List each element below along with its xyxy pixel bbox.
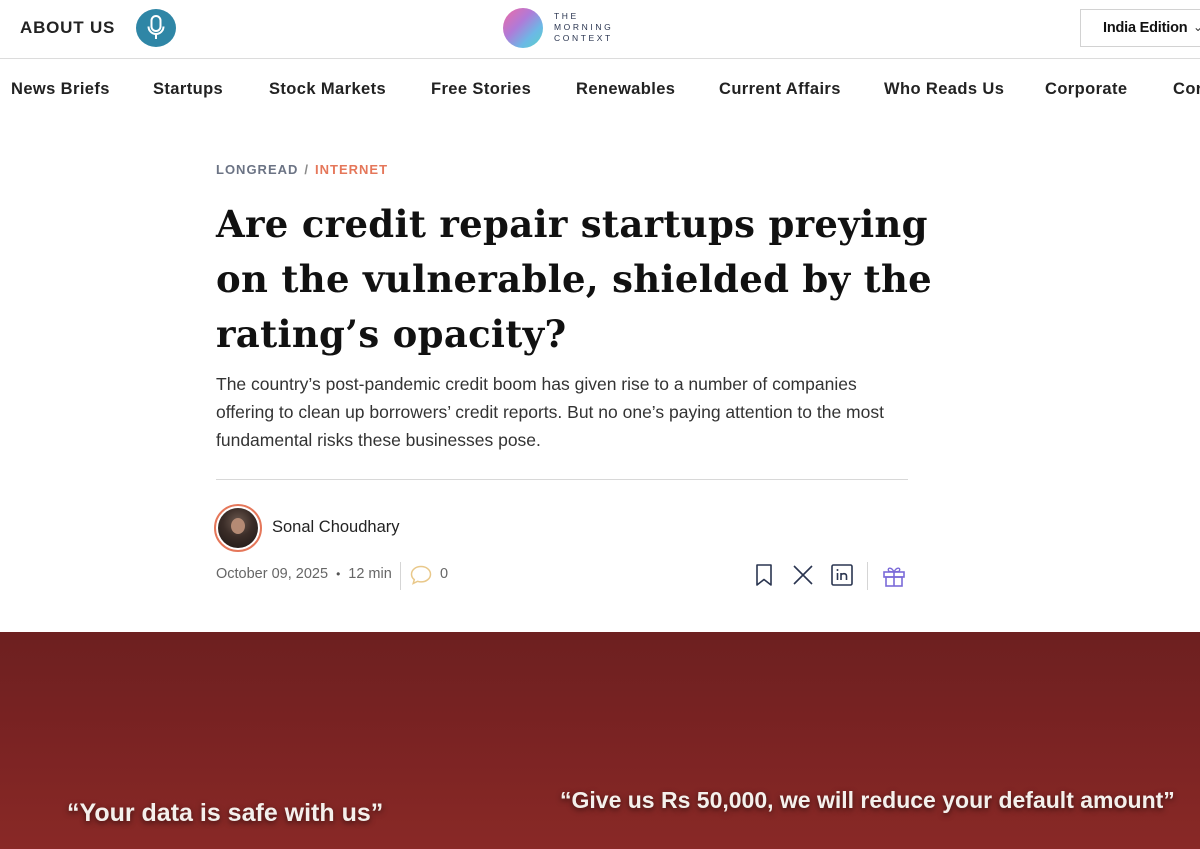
nav-item-free-stories[interactable]: Free Stories	[431, 80, 531, 99]
logo-line-3: CONTEXT	[554, 33, 613, 43]
section-nav: News Briefs Startups Stock Markets Free …	[0, 60, 1200, 118]
breadcrumb-separator: /	[304, 162, 310, 177]
x-glyph	[793, 565, 813, 585]
author-avatar[interactable]	[214, 504, 262, 552]
nav-item-news-briefs[interactable]: News Briefs	[11, 80, 110, 99]
avatar-photo	[218, 508, 258, 548]
breadcrumb-category[interactable]: LONGREAD	[216, 162, 298, 177]
bookmark-icon[interactable]	[753, 563, 775, 592]
breadcrumb: LONGREAD / INTERNET	[216, 162, 388, 177]
x-share-icon[interactable]	[791, 563, 815, 592]
breadcrumb-topic[interactable]: INTERNET	[315, 162, 388, 177]
article-meta: October 09, 2025 • 12 min	[216, 566, 392, 582]
nav-item-startups[interactable]: Startups	[153, 80, 223, 99]
chevron-down-icon: ⌄	[1193, 20, 1200, 34]
comment-glyph	[410, 565, 432, 585]
comment-count[interactable]: 0	[440, 566, 448, 582]
logo-line-1: THE	[554, 11, 579, 21]
logo-orb	[503, 8, 543, 48]
quote-right: “Give us Rs 50,000, we will reduce your …	[560, 787, 1175, 813]
nav-item-current-affairs[interactable]: Current Affairs	[719, 80, 841, 99]
article-dek: The country’s post-pandemic credit boom …	[216, 374, 884, 450]
logo-line-2: MORNING	[554, 22, 614, 32]
microphone-icon[interactable]	[136, 9, 176, 47]
nav-item-stock-markets[interactable]: Stock Markets	[269, 80, 386, 99]
bookmark-glyph	[756, 564, 772, 586]
site-logo[interactable]: THE MORNING CONTEXT	[503, 8, 633, 50]
about-us-link[interactable]: ABOUT US	[20, 18, 115, 38]
publish-date: October 09, 2025	[216, 566, 329, 582]
meta-dot: •	[336, 567, 341, 581]
site-header: ABOUT US THE MORNING CONTEXT India Editi…	[0, 0, 1200, 59]
microphone-glyph	[147, 15, 165, 39]
article-title: Are credit repair startups preying on th…	[216, 202, 932, 356]
linkedin-glyph	[831, 564, 853, 586]
meta-divider	[400, 562, 401, 590]
quote-left: “Your data is safe with us”	[67, 799, 384, 827]
nav-item-renewables[interactable]: Renewables	[576, 80, 675, 99]
linkedin-icon[interactable]	[830, 563, 854, 592]
actions-divider	[867, 562, 868, 590]
nav-item-truncated[interactable]: Cor	[1173, 80, 1200, 99]
nav-item-who-reads-us[interactable]: Who Reads Us	[884, 80, 1004, 99]
gift-icon[interactable]	[881, 563, 907, 594]
edition-selector[interactable]: India Edition ⌄	[1080, 9, 1200, 47]
gift-glyph	[883, 567, 905, 587]
read-time: 12 min	[348, 566, 392, 582]
nav-item-corporate[interactable]: Corporate	[1045, 80, 1127, 99]
comment-bubble-icon[interactable]	[410, 565, 432, 590]
author-name[interactable]: Sonal Choudhary	[272, 518, 400, 537]
hero-image: “Your data is safe with us” “Give us Rs …	[0, 632, 1200, 849]
divider	[216, 479, 908, 480]
edition-label: India Edition	[1103, 20, 1188, 36]
logo-wordmark: THE MORNING CONTEXT	[554, 11, 613, 44]
